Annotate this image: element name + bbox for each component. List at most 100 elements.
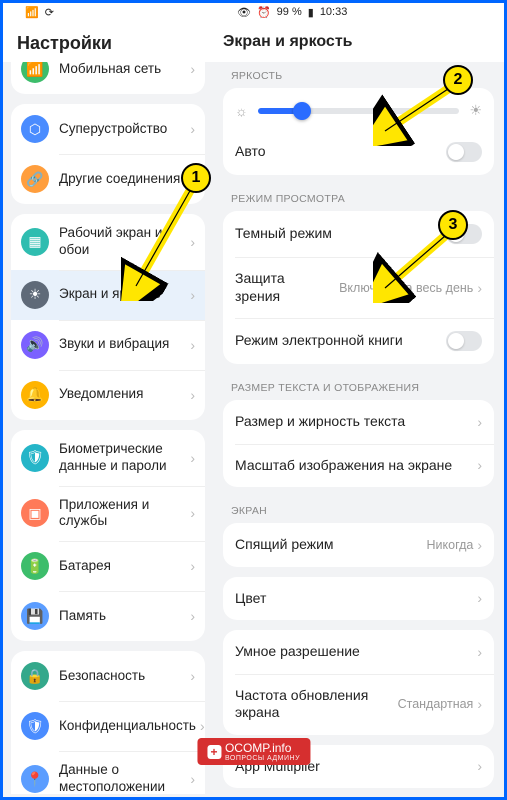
watermark-main: OCOMP.info bbox=[225, 741, 291, 755]
eye-protection-label: Защита зрения bbox=[235, 270, 333, 305]
sidebar-item-label: Конфиденциальность bbox=[59, 718, 196, 735]
sidebar-item-label: Безопасность bbox=[59, 668, 186, 685]
refresh-rate-value: Стандартная bbox=[398, 697, 474, 711]
chevron-right-icon: › bbox=[190, 450, 195, 466]
smart-resolution-label: Умное разрешение bbox=[235, 643, 473, 661]
sidebar-item-label: Биометрические данные и пароли bbox=[59, 441, 186, 475]
sleep-label: Спящий режим bbox=[235, 536, 421, 554]
sidebar-icon: 💾 bbox=[21, 602, 49, 630]
chevron-right-icon: › bbox=[477, 414, 482, 430]
sidebar-icon: 🔋 bbox=[21, 552, 49, 580]
clock-label: 10:33 bbox=[320, 6, 348, 18]
sun-high-icon: ☀ bbox=[469, 102, 482, 119]
sidebar-item-label: Батарея bbox=[59, 558, 186, 575]
sidebar-item-label: Приложения и службы bbox=[59, 497, 186, 531]
sidebar-item-0[interactable]: 📶 Мобильная сеть › bbox=[11, 62, 205, 94]
sidebar-icon: ▦ bbox=[21, 228, 49, 256]
sync-icon: ⟳ bbox=[45, 6, 54, 19]
sidebar-item-label: Данные о местоположении bbox=[59, 762, 186, 794]
detail-pane[interactable]: ЯРКОСТЬ ☼ ☀ Авто РЕЖИМ ПРОСМОТРА Темный … bbox=[213, 62, 504, 794]
sidebar-item-9[interactable]: 🔋 Батарея› bbox=[11, 541, 205, 591]
sidebar-item-1[interactable]: ⬡ Суперустройство› bbox=[11, 104, 205, 154]
page-title-right: Экран и яркость bbox=[213, 27, 504, 62]
section-textsize: РАЗМЕР ТЕКСТА И ОТОБРАЖЕНИЯ bbox=[223, 374, 494, 400]
color-row[interactable]: Цвет › bbox=[223, 577, 494, 621]
chevron-right-icon: › bbox=[200, 718, 205, 734]
chevron-right-icon: › bbox=[190, 121, 195, 137]
sidebar-icon: 🔗 bbox=[21, 165, 49, 193]
smart-resolution-row[interactable]: Умное разрешение › bbox=[223, 630, 494, 674]
chevron-right-icon: › bbox=[190, 62, 195, 77]
watermark-sub: ВОПРОСЫ АДМИНУ bbox=[225, 755, 300, 762]
sidebar-icon: ☀ bbox=[21, 281, 49, 309]
ebook-mode-toggle[interactable] bbox=[446, 331, 482, 351]
ebook-mode-row[interactable]: Режим электронной книги bbox=[223, 318, 494, 364]
annotation-arrow-3 bbox=[373, 228, 458, 303]
battery-icon: ▮ bbox=[308, 6, 314, 19]
chevron-right-icon: › bbox=[477, 644, 482, 660]
sidebar-item-6[interactable]: 🔔 Уведомления› bbox=[11, 370, 205, 420]
sidebar-icon: 🔔 bbox=[21, 381, 49, 409]
annotation-badge-3: 3 bbox=[438, 210, 468, 240]
brightness-thumb[interactable] bbox=[293, 102, 311, 120]
annotation-badge-1: 1 bbox=[181, 163, 211, 193]
sidebar-item-label: Мобильная сеть bbox=[59, 62, 186, 77]
watermark: + OCOMP.info ВОПРОСЫ АДМИНУ bbox=[197, 738, 310, 765]
sidebar-item-10[interactable]: 💾 Память› bbox=[11, 591, 205, 641]
sidebar-icon: 🛡 bbox=[21, 712, 49, 740]
sidebar-item-label: Суперустройство bbox=[59, 121, 186, 138]
sidebar-item-7[interactable]: 🛡 Биометрические данные и пароли› bbox=[11, 430, 205, 486]
sidebar-icon: ▣ bbox=[21, 499, 49, 527]
chevron-right-icon: › bbox=[477, 758, 482, 774]
chevron-right-icon: › bbox=[477, 457, 482, 473]
sidebar-icon: 📶 bbox=[21, 62, 49, 83]
chevron-right-icon: › bbox=[477, 537, 482, 553]
watermark-plus-icon: + bbox=[207, 745, 221, 759]
sleep-row[interactable]: Спящий режим Никогда › bbox=[223, 523, 494, 567]
sidebar-icon: 🛡 bbox=[21, 444, 49, 472]
display-scale-row[interactable]: Масштаб изображения на экране › bbox=[223, 444, 494, 488]
chevron-right-icon: › bbox=[190, 608, 195, 624]
refresh-rate-label: Частота обновления экрана bbox=[235, 687, 392, 722]
sidebar-item-5[interactable]: 🔊 Звуки и вибрация› bbox=[11, 320, 205, 370]
alarm-icon: ⏰ bbox=[257, 6, 271, 19]
sidebar-item-11[interactable]: 🔒 Безопасность› bbox=[11, 651, 205, 701]
sidebar-item-12[interactable]: 🛡 Конфиденциальность› bbox=[11, 701, 205, 751]
chevron-right-icon: › bbox=[190, 558, 195, 574]
display-scale-label: Масштаб изображения на экране bbox=[235, 457, 473, 475]
battery-label: 99 % bbox=[277, 6, 302, 18]
status-bar: 📶 ⟳ 👁 ⏰ 99 % ▮ 10:33 bbox=[3, 3, 504, 27]
color-label: Цвет bbox=[235, 590, 473, 608]
sleep-value: Никогда bbox=[427, 538, 474, 552]
section-viewmode: РЕЖИМ ПРОСМОТРА bbox=[223, 185, 494, 211]
text-weight-row[interactable]: Размер и жирность текста › bbox=[223, 400, 494, 444]
sidebar-icon: 📍 bbox=[21, 765, 49, 793]
chevron-right-icon: › bbox=[477, 696, 482, 712]
sidebar-item-label: Память bbox=[59, 608, 186, 625]
text-weight-label: Размер и жирность текста bbox=[235, 413, 473, 431]
chevron-right-icon: › bbox=[477, 280, 482, 296]
chevron-right-icon: › bbox=[190, 505, 195, 521]
annotation-badge-2: 2 bbox=[443, 65, 473, 95]
sidebar-icon: 🔊 bbox=[21, 331, 49, 359]
chevron-right-icon: › bbox=[190, 668, 195, 684]
ebook-mode-label: Режим электронной книги bbox=[235, 332, 446, 350]
sidebar-item-13[interactable]: 📍 Данные о местоположении› bbox=[11, 751, 205, 794]
eye-icon: 👁 bbox=[237, 6, 251, 19]
sidebar-icon: ⬡ bbox=[21, 115, 49, 143]
annotation-arrow-1 bbox=[121, 181, 201, 301]
chevron-right-icon: › bbox=[190, 337, 195, 353]
sidebar-item-8[interactable]: ▣ Приложения и службы› bbox=[11, 486, 205, 542]
wifi-icon: 📶 bbox=[25, 6, 39, 19]
column-headers: Настройки Экран и яркость bbox=[3, 27, 504, 62]
chevron-right-icon: › bbox=[477, 590, 482, 606]
section-screen: ЭКРАН bbox=[223, 497, 494, 523]
refresh-rate-row[interactable]: Частота обновления экрана Стандартная › bbox=[223, 674, 494, 735]
sidebar-item-label: Уведомления bbox=[59, 386, 186, 403]
chevron-right-icon: › bbox=[190, 387, 195, 403]
chevron-right-icon: › bbox=[190, 771, 195, 787]
sidebar-icon: 🔒 bbox=[21, 662, 49, 690]
page-title-left: Настройки bbox=[3, 27, 213, 62]
sidebar-item-label: Звуки и вибрация bbox=[59, 336, 186, 353]
annotation-arrow-2 bbox=[373, 81, 458, 146]
